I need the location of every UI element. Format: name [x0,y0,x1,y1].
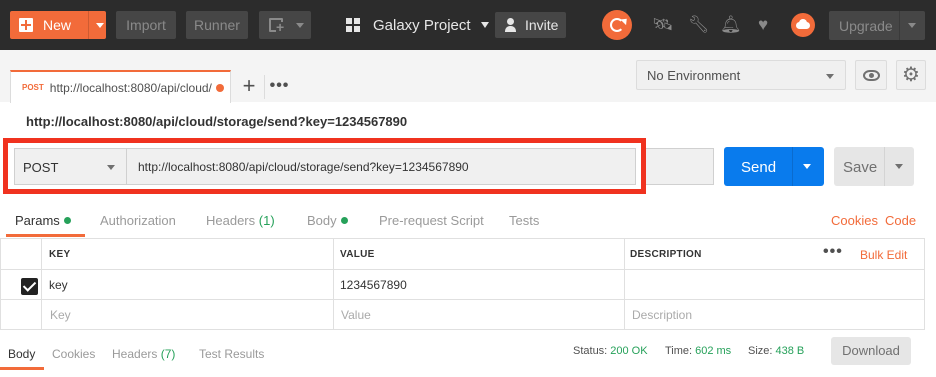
chevron-down-icon [296,23,304,28]
workspace-switcher[interactable]: Galaxy Project [346,13,489,37]
description-column-header: DESCRIPTION [630,249,702,260]
method-label: POST [23,160,59,175]
time-readout: Time: 602 ms [665,345,732,357]
headers-count: (1) [258,213,275,228]
avatar-cloud-icon[interactable] [791,13,815,37]
tab-more-button[interactable]: ••• [264,75,294,99]
eye-icon [863,70,880,81]
active-dot-icon [63,217,71,224]
bulk-edit-link[interactable]: Bulk Edit [860,248,907,262]
chevron-down-icon[interactable] [803,164,811,169]
new-button-label: New [43,17,72,33]
user-plus-icon [504,18,518,32]
invite-label: Invite [525,17,559,33]
request-tabs: Params Authorization Headers (1) Body Pr… [0,207,936,237]
status-readout: Status: 200 OK [573,345,648,357]
save-label: Save [843,159,878,176]
time-value: 602 ms [695,345,732,357]
invite-button[interactable]: Invite [495,12,566,38]
more-icon[interactable]: ••• [823,243,843,261]
wrench-icon[interactable]: 🔧︎ [688,16,710,34]
url-input[interactable] [126,148,636,185]
active-dot-icon [340,217,348,224]
chevron-down-icon[interactable] [908,23,916,28]
bell-icon[interactable]: 🔔︎ [720,16,742,34]
manage-environments-button[interactable]: ⚙ [896,60,926,90]
table-header-row: KEY VALUE DESCRIPTION ••• Bulk Edit [1,239,924,270]
request-tab-method: POST [22,83,44,92]
new-window-icon [269,18,285,32]
top-bar: New Import Runner Galaxy Project Invite … [0,0,936,50]
download-button[interactable]: Download [831,337,911,365]
environment-quick-look-button[interactable] [855,60,887,90]
params-table: KEY VALUE DESCRIPTION ••• Bulk Edit key … [0,238,925,330]
active-tab-indicator [6,234,85,237]
chevron-down-icon[interactable] [895,164,903,169]
tab-tests[interactable]: Tests [509,213,539,228]
save-button[interactable]: Save [834,147,914,186]
table-row: key 1234567890 [1,270,924,300]
grid-icon [346,18,360,32]
url-input-extension[interactable] [646,148,714,185]
tab-authorization[interactable]: Authorization [100,213,176,228]
satellite-icon[interactable]: 🛰︎ [652,16,674,34]
import-button[interactable]: Import [116,11,176,39]
method-select[interactable]: POST [14,148,126,185]
request-tab[interactable]: POST http://localhost:8080/api/cloud/sto… [10,70,231,103]
upgrade-button[interactable]: Upgrade [829,11,925,40]
param-enabled-checkbox[interactable] [21,278,38,295]
chevron-down-icon [826,74,834,79]
new-window-button[interactable] [259,11,311,39]
request-name: http://localhost:8080/api/cloud/storage/… [26,114,408,129]
environment-selected: No Environment [647,68,741,83]
upgrade-label: Upgrade [839,18,893,34]
response-headers-count: (7) [160,347,176,361]
request-tab-url: http://localhost:8080/api/cloud/storage/… [49,80,212,95]
workspace-name: Galaxy Project [373,16,471,34]
code-link[interactable]: Code [885,213,916,228]
new-key-input[interactable]: Key [50,308,71,322]
chevron-down-icon [480,22,489,28]
sync-icon[interactable] [602,10,632,40]
response-tab-body[interactable]: Body [8,347,35,361]
size-readout: Size: 438 B [748,345,805,357]
tab-headers[interactable]: Headers (1) [206,213,275,228]
send-label: Send [741,159,777,176]
plus-icon [19,18,33,32]
response-tab-headers[interactable]: Headers (7) [112,347,175,361]
runner-button[interactable]: Runner [186,11,248,39]
tab-params[interactable]: Params [15,213,71,228]
cookies-link[interactable]: Cookies [831,213,878,228]
response-tab-test-results[interactable]: Test Results [199,347,264,361]
param-key-cell[interactable]: key [49,278,68,292]
value-column-header: VALUE [340,249,375,260]
key-column-header: KEY [49,249,71,260]
new-description-input[interactable]: Description [632,308,692,322]
size-value: 438 B [775,345,805,357]
gear-icon: ⚙ [902,64,920,86]
send-button[interactable]: Send [724,147,824,186]
environment-select[interactable]: No Environment [636,60,846,90]
response-bar: Body Cookies Headers (7) Test Results St… [0,337,936,377]
new-value-input[interactable]: Value [341,308,371,322]
table-row-new: Key Value Description [1,300,924,329]
unsaved-dot-icon [215,83,224,92]
new-button[interactable]: New [10,11,106,39]
chevron-down-icon [107,165,115,170]
param-value-cell[interactable]: 1234567890 [340,278,407,292]
add-tab-button[interactable]: + [236,75,262,99]
response-tab-cookies[interactable]: Cookies [52,347,95,361]
tab-body[interactable]: Body [307,213,348,228]
tab-pre-request-script[interactable]: Pre-request Script [379,213,484,228]
heart-icon[interactable]: ♥ [754,16,772,34]
active-tab-indicator [0,367,44,370]
status-value: 200 OK [610,345,648,357]
chevron-down-icon[interactable] [96,23,104,28]
